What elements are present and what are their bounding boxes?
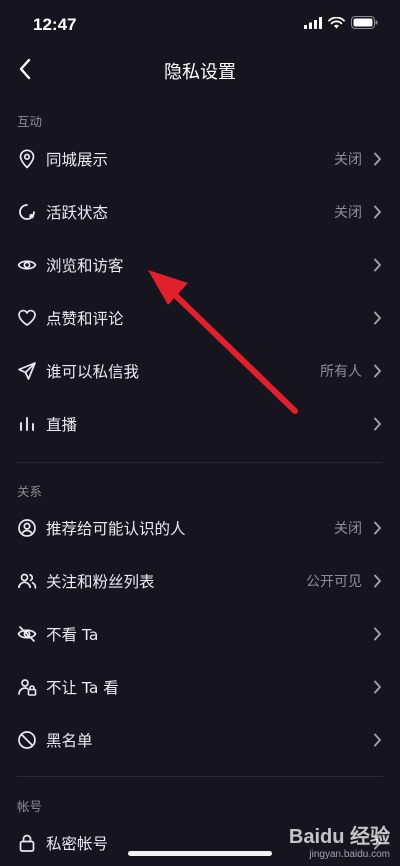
chevron-right-icon bbox=[370, 152, 384, 166]
row-value: 公开可见 bbox=[306, 573, 362, 590]
chevron-right-icon bbox=[370, 680, 384, 694]
lock-icon bbox=[17, 833, 37, 853]
chevron-right-icon bbox=[370, 205, 384, 219]
section-header-relations: 关系 bbox=[17, 484, 43, 499]
page-title: 隐私设置 bbox=[164, 62, 236, 83]
section-divider bbox=[17, 462, 383, 463]
row-label: 直播 bbox=[46, 415, 78, 434]
send-icon bbox=[17, 361, 37, 381]
heart-icon bbox=[17, 308, 37, 328]
user-circle-icon bbox=[17, 518, 37, 538]
row-label: 不让 Ta 看 bbox=[46, 678, 119, 697]
activity-status-icon bbox=[17, 202, 37, 222]
row-value: 所有人 bbox=[320, 363, 362, 380]
row-value: 关闭 bbox=[334, 204, 362, 221]
location-pin-icon bbox=[17, 148, 37, 169]
row-label: 不看 Ta bbox=[46, 625, 99, 644]
chevron-right-icon bbox=[370, 627, 384, 641]
row-label: 谁可以私信我 bbox=[46, 362, 140, 381]
signal-icon bbox=[304, 16, 322, 29]
chevron-right-icon bbox=[370, 574, 384, 588]
chevron-right-icon bbox=[370, 733, 384, 747]
baidu-jingyan-watermark: Baidu 经验 jingyan.baidu.com bbox=[289, 820, 390, 860]
row-views-visitors[interactable]: 浏览和访客 bbox=[0, 238, 400, 291]
eye-off-icon bbox=[17, 624, 37, 644]
row-label: 黑名单 bbox=[46, 731, 93, 750]
row-live[interactable]: 直播 bbox=[0, 397, 400, 450]
row-value: 关闭 bbox=[334, 520, 362, 537]
users-icon bbox=[17, 571, 37, 591]
user-lock-icon bbox=[17, 677, 37, 697]
home-indicator[interactable] bbox=[128, 851, 272, 856]
section-header-interaction: 互动 bbox=[17, 114, 43, 129]
watermark-logo: Baidu 经验 bbox=[288, 826, 390, 848]
status-icons bbox=[304, 16, 378, 29]
row-dont-let-them-see[interactable]: 不让 Ta 看 bbox=[0, 660, 400, 713]
chevron-right-icon bbox=[370, 364, 384, 378]
row-label: 浏览和访客 bbox=[46, 256, 124, 275]
chevron-right-icon bbox=[370, 311, 384, 325]
row-who-can-message[interactable]: 谁可以私信我 所有人 bbox=[0, 344, 400, 397]
row-label: 活跃状态 bbox=[46, 203, 109, 222]
row-label: 关注和粉丝列表 bbox=[46, 572, 155, 591]
row-recommend-to-acquaintances[interactable]: 推荐给可能认识的人 关闭 bbox=[0, 501, 400, 554]
status-time: 12:47 bbox=[33, 15, 77, 34]
row-follow-fans-list[interactable]: 关注和粉丝列表 公开可见 bbox=[0, 554, 400, 607]
chevron-right-icon bbox=[370, 417, 384, 431]
row-label: 点赞和评论 bbox=[46, 309, 124, 328]
row-label: 同城展示 bbox=[46, 150, 109, 169]
eye-icon bbox=[17, 255, 37, 275]
row-nearby-display[interactable]: 同城展示 关闭 bbox=[0, 132, 400, 185]
block-icon bbox=[17, 730, 37, 750]
row-label: 私密帐号 bbox=[46, 834, 109, 853]
watermark-url: jingyan.baidu.com bbox=[309, 849, 390, 860]
row-likes-comments[interactable]: 点赞和评论 bbox=[0, 291, 400, 344]
row-activity-status[interactable]: 活跃状态 关闭 bbox=[0, 185, 400, 238]
row-blacklist[interactable]: 黑名单 bbox=[0, 713, 400, 766]
row-label: 推荐给可能认识的人 bbox=[46, 519, 186, 538]
wifi-icon bbox=[328, 16, 345, 28]
live-bars-icon bbox=[17, 414, 37, 434]
row-dont-see-them[interactable]: 不看 Ta bbox=[0, 607, 400, 660]
nav-bar: 隐私设置 bbox=[0, 50, 400, 90]
battery-icon bbox=[351, 16, 378, 29]
chevron-right-icon bbox=[370, 521, 384, 535]
chevron-right-icon bbox=[370, 258, 384, 272]
section-divider bbox=[17, 776, 383, 777]
row-value: 关闭 bbox=[334, 151, 362, 168]
status-bar: 12:47 bbox=[0, 0, 400, 50]
section-header-account: 帐号 bbox=[17, 799, 43, 814]
